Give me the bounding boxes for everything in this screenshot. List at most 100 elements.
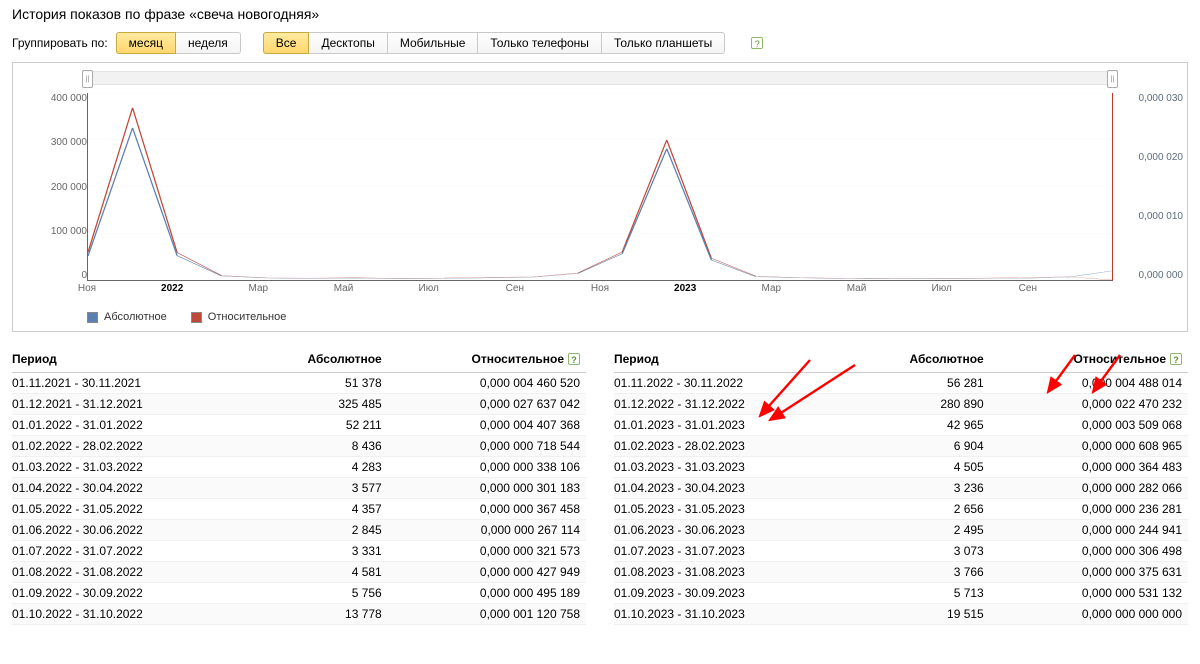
- col-period: Период: [614, 348, 851, 373]
- cell-relative: 0,000 004 407 368: [388, 415, 586, 436]
- cell-relative: 0,000 000 531 132: [990, 583, 1188, 604]
- cell-relative: 0,000 004 488 014: [990, 373, 1188, 394]
- device-filter-option[interactable]: Только планшеты: [602, 32, 725, 54]
- table-row: 01.11.2021 - 30.11.202151 3780,000 004 4…: [12, 373, 586, 394]
- cell-relative: 0,000 000 495 189: [388, 583, 586, 604]
- cell-period: 01.11.2022 - 30.11.2022: [614, 373, 851, 394]
- help-icon[interactable]: ?: [751, 37, 763, 49]
- cell-absolute: 51 378: [249, 373, 388, 394]
- table-row: 01.12.2022 - 31.12.2022280 8900,000 022 …: [614, 394, 1188, 415]
- cell-relative: 0,000 000 338 106: [388, 457, 586, 478]
- legend-swatch-abs: [87, 312, 98, 323]
- plot-area: [87, 93, 1113, 281]
- table-row: 01.10.2023 - 31.10.202319 5150,000 000 0…: [614, 604, 1188, 625]
- cell-period: 01.07.2023 - 31.07.2023: [614, 541, 851, 562]
- table-row: 01.01.2023 - 31.01.202342 9650,000 003 5…: [614, 415, 1188, 436]
- cell-absolute: 280 890: [851, 394, 990, 415]
- cell-relative: 0,000 000 718 544: [388, 436, 586, 457]
- col-absolute: Абсолютное: [249, 348, 388, 373]
- cell-period: 01.01.2022 - 31.01.2022: [12, 415, 249, 436]
- cell-relative: 0,000 000 267 114: [388, 520, 586, 541]
- cell-period: 01.08.2022 - 31.08.2022: [12, 562, 249, 583]
- cell-absolute: 3 236: [851, 478, 990, 499]
- cell-absolute: 3 577: [249, 478, 388, 499]
- cell-relative: 0,000 003 509 068: [990, 415, 1188, 436]
- cell-absolute: 19 515: [851, 604, 990, 625]
- cell-relative: 0,000 000 301 183: [388, 478, 586, 499]
- scrubber-handle-right[interactable]: ||: [1107, 70, 1118, 88]
- col-period: Период: [12, 348, 249, 373]
- table-row: 01.02.2022 - 28.02.20228 4360,000 000 71…: [12, 436, 586, 457]
- cell-period: 01.03.2022 - 31.03.2022: [12, 457, 249, 478]
- cell-period: 01.06.2022 - 30.06.2022: [12, 520, 249, 541]
- cell-relative: 0,000 000 364 483: [990, 457, 1188, 478]
- cell-period: 01.06.2023 - 30.06.2023: [614, 520, 851, 541]
- cell-absolute: 325 485: [249, 394, 388, 415]
- table-row: 01.04.2023 - 30.04.20233 2360,000 000 28…: [614, 478, 1188, 499]
- scrubber-handle-left[interactable]: ||: [82, 70, 93, 88]
- cell-relative: 0,000 022 470 232: [990, 394, 1188, 415]
- cell-period: 01.02.2022 - 28.02.2022: [12, 436, 249, 457]
- cell-relative: 0,000 027 637 042: [388, 394, 586, 415]
- cell-period: 01.09.2022 - 30.09.2022: [12, 583, 249, 604]
- cell-relative: 0,000 001 120 758: [388, 604, 586, 625]
- cell-relative: 0,000 000 306 498: [990, 541, 1188, 562]
- device-filter-option[interactable]: Мобильные: [388, 32, 479, 54]
- cell-period: 01.02.2023 - 28.02.2023: [614, 436, 851, 457]
- history-table-right: Период Абсолютное Относительное? 01.11.2…: [614, 348, 1188, 625]
- table-row: 01.01.2022 - 31.01.202252 2110,000 004 4…: [12, 415, 586, 436]
- cell-absolute: 2 656: [851, 499, 990, 520]
- cell-absolute: 2 495: [851, 520, 990, 541]
- table-row: 01.07.2023 - 31.07.20233 0730,000 000 30…: [614, 541, 1188, 562]
- cell-absolute: 3 073: [851, 541, 990, 562]
- cell-relative: 0,000 000 244 941: [990, 520, 1188, 541]
- range-scrubber[interactable]: || ||: [87, 71, 1113, 85]
- controls-bar: Группировать по: месяцнеделя ВсеДесктопы…: [0, 32, 1200, 62]
- cell-period: 01.12.2022 - 31.12.2022: [614, 394, 851, 415]
- cell-absolute: 4 581: [249, 562, 388, 583]
- table-row: 01.11.2022 - 30.11.202256 2810,000 004 4…: [614, 373, 1188, 394]
- table-row: 01.08.2022 - 31.08.20224 5810,000 000 42…: [12, 562, 586, 583]
- cell-relative: 0,000 000 236 281: [990, 499, 1188, 520]
- table-row: 01.12.2021 - 31.12.2021325 4850,000 027 …: [12, 394, 586, 415]
- y-axis-right: 0,000 0300,000 0200,000 0100,000 000: [1113, 93, 1183, 281]
- cell-absolute: 52 211: [249, 415, 388, 436]
- cell-period: 01.08.2023 - 31.08.2023: [614, 562, 851, 583]
- page-title: История показов по фразе «свеча новогодн…: [0, 0, 1200, 32]
- cell-absolute: 5 756: [249, 583, 388, 604]
- group-by-месяц[interactable]: месяц: [116, 32, 176, 54]
- cell-relative: 0,000 000 367 458: [388, 499, 586, 520]
- table-row: 01.02.2023 - 28.02.20236 9040,000 000 60…: [614, 436, 1188, 457]
- device-filter-option[interactable]: Десктопы: [309, 32, 387, 54]
- device-filter-option[interactable]: Все: [263, 32, 310, 54]
- cell-absolute: 56 281: [851, 373, 990, 394]
- cell-absolute: 13 778: [249, 604, 388, 625]
- series-relative: [88, 108, 1112, 280]
- cell-period: 01.09.2023 - 30.09.2023: [614, 583, 851, 604]
- cell-absolute: 2 845: [249, 520, 388, 541]
- table-row: 01.08.2023 - 31.08.20233 7660,000 000 37…: [614, 562, 1188, 583]
- cell-period: 01.10.2023 - 31.10.2023: [614, 604, 851, 625]
- cell-period: 01.05.2023 - 31.05.2023: [614, 499, 851, 520]
- legend-absolute[interactable]: Абсолютное: [87, 311, 167, 323]
- col-relative: Относительное?: [990, 348, 1188, 373]
- cell-absolute: 4 505: [851, 457, 990, 478]
- y-axis-left: 400 000300 000200 000100 0000: [17, 93, 87, 281]
- table-row: 01.06.2022 - 30.06.20222 8450,000 000 26…: [12, 520, 586, 541]
- x-axis: Ноя2022МарМайИюлСенНоя2023МарМайИюлСен: [87, 283, 1113, 301]
- help-icon[interactable]: ?: [1170, 353, 1182, 365]
- cell-period: 01.12.2021 - 31.12.2021: [12, 394, 249, 415]
- legend-relative[interactable]: Относительное: [191, 311, 287, 323]
- cell-absolute: 4 283: [249, 457, 388, 478]
- device-filter: ВсеДесктопыМобильныеТолько телефоныТольк…: [263, 32, 725, 54]
- device-filter-option[interactable]: Только телефоны: [478, 32, 602, 54]
- table-row: 01.09.2023 - 30.09.20235 7130,000 000 53…: [614, 583, 1188, 604]
- group-by-toggle: месяцнеделя: [116, 32, 241, 54]
- help-icon[interactable]: ?: [568, 353, 580, 365]
- group-by-неделя[interactable]: неделя: [176, 32, 241, 54]
- group-by-label: Группировать по:: [12, 36, 108, 50]
- cell-absolute: 6 904: [851, 436, 990, 457]
- cell-relative: 0,000 000 608 965: [990, 436, 1188, 457]
- table-row: 01.05.2023 - 31.05.20232 6560,000 000 23…: [614, 499, 1188, 520]
- cell-relative: 0,000 000 282 066: [990, 478, 1188, 499]
